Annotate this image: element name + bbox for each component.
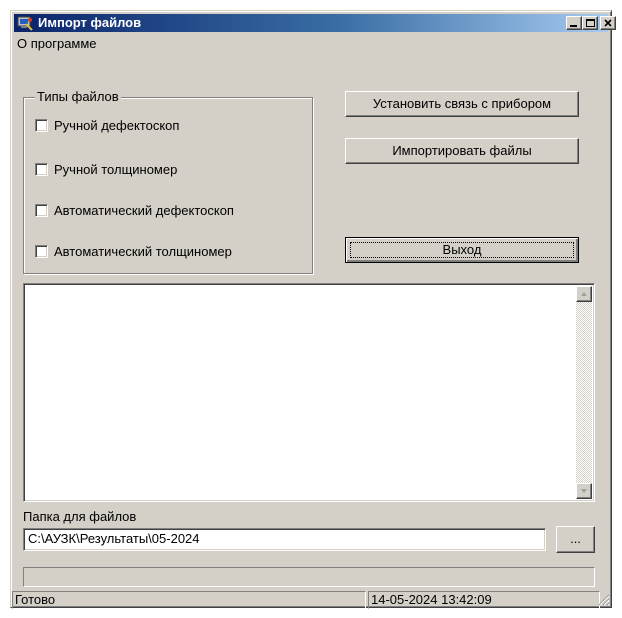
arrow-up-icon xyxy=(581,292,587,296)
checkbox-box[interactable] xyxy=(35,245,48,258)
browse-folder-button[interactable]: ... xyxy=(556,526,595,553)
maximize-icon xyxy=(586,19,595,27)
close-icon xyxy=(604,19,612,27)
checkbox-label: Автоматический толщиномер xyxy=(54,244,232,259)
minimize-button[interactable] xyxy=(566,16,582,30)
maximize-button[interactable] xyxy=(582,16,598,30)
progress-bar xyxy=(23,567,595,587)
checkbox-box[interactable] xyxy=(35,119,48,132)
connect-device-button[interactable]: Установить связь с прибором xyxy=(345,91,579,117)
checkbox-label: Ручной толщиномер xyxy=(54,162,178,177)
checkbox-label: Ручной дефектоскоп xyxy=(54,118,180,133)
checkbox-box[interactable] xyxy=(35,204,48,217)
vertical-scrollbar[interactable] xyxy=(576,286,592,499)
window-title: Импорт файлов xyxy=(38,15,142,30)
status-datetime: 14-05-2024 13:42:09 xyxy=(368,591,600,609)
scroll-up-button[interactable] xyxy=(576,286,592,302)
exit-button[interactable]: Выход xyxy=(345,237,579,263)
focus-rect xyxy=(350,242,574,258)
resize-grip-icon[interactable] xyxy=(596,592,610,606)
title-bar[interactable]: Импорт файлов xyxy=(14,14,616,32)
folder-path-input[interactable]: C:\АУЗК\Результаты\05-2024 xyxy=(23,528,546,551)
checkbox-box[interactable] xyxy=(35,163,48,176)
close-button[interactable] xyxy=(600,16,616,30)
import-files-button[interactable]: Импортировать файлы xyxy=(345,138,579,164)
scroll-down-button[interactable] xyxy=(576,483,592,499)
file-types-legend: Типы файлов xyxy=(35,89,121,104)
menu-item-about[interactable]: О программе xyxy=(17,35,97,53)
app-icon xyxy=(17,16,33,31)
minimize-icon xyxy=(570,25,577,27)
import-files-window: Импорт файлов О программе Типы файлов Ру… xyxy=(10,10,616,609)
folder-label: Папка для файлов xyxy=(23,509,137,524)
checkbox-label: Автоматический дефектоскоп xyxy=(54,203,234,218)
log-listbox[interactable] xyxy=(23,283,595,502)
arrow-down-icon xyxy=(581,489,587,493)
status-text: Готово xyxy=(12,591,366,609)
